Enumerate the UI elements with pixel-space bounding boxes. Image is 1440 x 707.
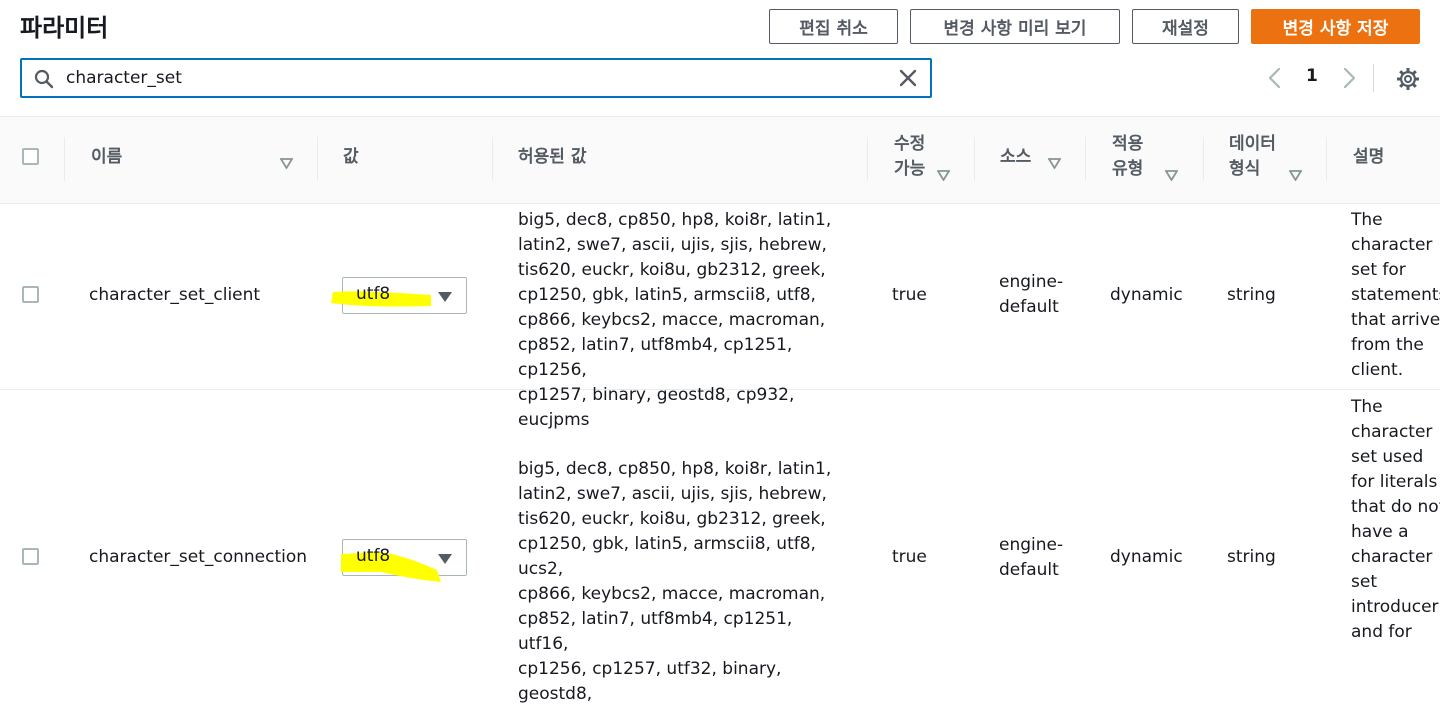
column-divider bbox=[317, 137, 318, 181]
chevron-right-icon[interactable] bbox=[1340, 66, 1358, 94]
column-divider bbox=[867, 137, 868, 181]
apply-type-value: dynamic bbox=[1110, 285, 1183, 305]
column-header-source[interactable]: 소스 bbox=[1000, 145, 1031, 170]
allowed-values: big5, dec8, cp850, hp8, koi8r, latin1, la… bbox=[518, 459, 832, 704]
table-row: character_set_client utf8 big5, dec8, cp… bbox=[0, 202, 1440, 430]
value-select[interactable]: utf8 bbox=[341, 539, 467, 582]
column-divider bbox=[974, 137, 975, 181]
parameter-name: character_set_connection bbox=[89, 547, 308, 567]
page-number[interactable]: 1 bbox=[1306, 66, 1318, 86]
column-header-data-type[interactable]: 데이터 형식 bbox=[1229, 132, 1276, 182]
value-select-text: utf8 bbox=[356, 546, 391, 566]
description-value: The character set for statements that arrive… bbox=[1351, 210, 1440, 380]
preview-changes-button[interactable]: 변경 사항 미리 보기 bbox=[910, 9, 1120, 44]
source-value: engine-default bbox=[999, 535, 1064, 580]
sort-icon[interactable] bbox=[936, 166, 951, 185]
cancel-edit-button[interactable]: 편집 취소 bbox=[769, 9, 898, 44]
sort-icon[interactable] bbox=[279, 154, 294, 173]
parameter-name: character_set_client bbox=[89, 285, 261, 305]
column-header-modifiable[interactable]: 수정 가능 bbox=[894, 132, 925, 182]
row-checkbox[interactable] bbox=[22, 548, 39, 565]
column-divider bbox=[492, 137, 493, 181]
column-divider bbox=[1085, 137, 1086, 181]
chevron-left-icon[interactable] bbox=[1266, 66, 1284, 94]
caret-down-icon bbox=[438, 292, 452, 302]
column-divider bbox=[1203, 137, 1204, 181]
column-header-name[interactable]: 이름 bbox=[91, 145, 122, 170]
column-header-value: 값 bbox=[343, 147, 359, 167]
page-title: 파라미터 bbox=[20, 14, 109, 42]
sort-icon[interactable] bbox=[1047, 154, 1062, 173]
reset-button[interactable]: 재설정 bbox=[1132, 9, 1239, 44]
search-box[interactable] bbox=[20, 58, 932, 98]
description-value: The character set used for literals that do … bbox=[1351, 397, 1440, 642]
search-input[interactable] bbox=[66, 66, 866, 90]
modifiable-value: true bbox=[892, 285, 927, 305]
save-changes-button[interactable]: 변경 사항 저장 bbox=[1251, 9, 1420, 44]
apply-type-value: dynamic bbox=[1110, 547, 1183, 567]
value-select-text: utf8 bbox=[356, 284, 391, 304]
search-icon bbox=[34, 69, 54, 93]
table-header: 이름 값 허용된 값 수정 가능 소스 적용 유형 데이터 형식 설명 bbox=[0, 116, 1440, 204]
gear-icon[interactable] bbox=[1395, 66, 1421, 96]
row-checkbox[interactable] bbox=[22, 286, 39, 303]
column-divider bbox=[1326, 137, 1327, 181]
sort-icon[interactable] bbox=[1164, 166, 1179, 185]
clear-icon[interactable] bbox=[898, 68, 918, 92]
column-header-allowed: 허용된 값 bbox=[518, 147, 587, 167]
modifiable-value: true bbox=[892, 547, 927, 567]
sort-icon[interactable] bbox=[1288, 166, 1303, 185]
select-all-checkbox[interactable] bbox=[22, 148, 39, 165]
caret-down-icon bbox=[438, 554, 452, 564]
source-value: engine-default bbox=[999, 272, 1064, 317]
column-header-description: 설명 bbox=[1353, 147, 1385, 167]
table-row: character_set_connection utf8 big5, dec8… bbox=[0, 390, 1440, 704]
pager-divider bbox=[1373, 64, 1374, 92]
data-type-value: string bbox=[1227, 285, 1276, 305]
column-header-apply-type[interactable]: 적용 유형 bbox=[1112, 132, 1143, 182]
data-type-value: string bbox=[1227, 547, 1276, 567]
column-divider bbox=[64, 137, 65, 181]
value-select[interactable]: utf8 bbox=[331, 277, 467, 314]
